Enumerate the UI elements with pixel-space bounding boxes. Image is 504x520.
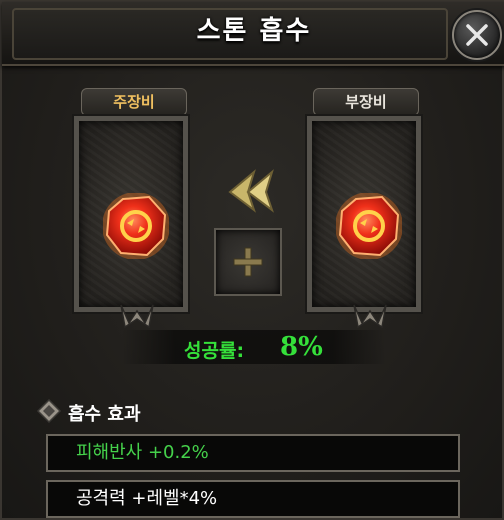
sub-equipment-label: 부장비 bbox=[313, 88, 419, 116]
diamond-bullet-icon bbox=[36, 398, 62, 424]
slot-claw-ornament bbox=[120, 304, 154, 329]
effect-row-reflect: 피해반사 +0.2% bbox=[46, 434, 460, 472]
slot-claw-ornament bbox=[353, 304, 387, 329]
main-equipment-slot[interactable] bbox=[74, 116, 188, 329]
sub-equipment-slot[interactable] bbox=[307, 116, 421, 329]
success-rate-label: 성공률: bbox=[184, 340, 245, 362]
success-rate-value: 8% bbox=[280, 332, 323, 362]
stone-absorb-dialog: 스톤 흡수 주장비 부장비 성공률: 8% 흡수 효과 피해반사 +0.2% 공… bbox=[0, 0, 504, 520]
red-gem-icon[interactable] bbox=[103, 193, 169, 259]
plus-icon bbox=[233, 247, 263, 277]
combine-slot[interactable] bbox=[214, 228, 282, 296]
close-button[interactable] bbox=[452, 10, 502, 60]
red-gem-icon[interactable] bbox=[336, 193, 402, 259]
title-bar: 스톤 흡수 bbox=[2, 2, 504, 66]
dialog-title: 스톤 흡수 bbox=[196, 16, 312, 46]
main-equipment-label: 주장비 bbox=[81, 88, 187, 116]
effect-row-attack: 공격력 +레벨*4% bbox=[46, 480, 460, 518]
success-rate-bar bbox=[122, 330, 386, 364]
absorb-effect-title: 흡수 효과 bbox=[68, 404, 141, 425]
double-left-arrow-icon bbox=[228, 169, 274, 213]
close-x-icon bbox=[466, 24, 488, 46]
